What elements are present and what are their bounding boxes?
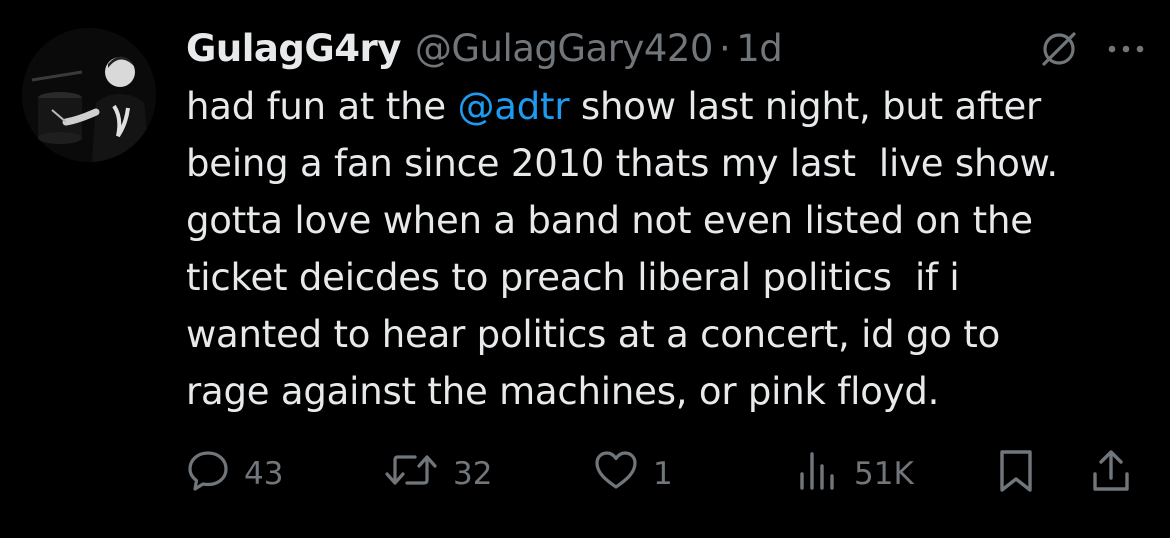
retweet-count: 32: [453, 456, 493, 492]
mention-link[interactable]: @adtr: [457, 85, 569, 128]
tweet-line-text: had fun at the: [186, 85, 458, 128]
header-actions: [1036, 26, 1148, 76]
reply-icon: [186, 448, 230, 500]
retweet-button[interactable]: 32: [383, 448, 492, 500]
separator-dot: ·: [718, 26, 731, 70]
like-icon: [593, 448, 639, 500]
timestamp[interactable]: 1d: [736, 27, 783, 70]
like-count: 1: [653, 456, 673, 492]
bookmark-icon[interactable]: [996, 448, 1036, 498]
avatar[interactable]: [22, 28, 156, 162]
reply-count: 43: [244, 456, 284, 492]
tweet-line-text: show last night, but after: [569, 85, 1042, 128]
tweet-line: rage against the machines, or pink floyd…: [186, 370, 940, 413]
more-icon[interactable]: [1104, 39, 1148, 63]
tweet-line: being a fan since 2010 thats my last liv…: [186, 142, 1058, 185]
views-button[interactable]: 51K: [796, 448, 914, 500]
views-icon: [796, 448, 840, 500]
retweet-icon: [383, 448, 439, 500]
tweet-line: had fun at the @adtr show last night, bu…: [186, 78, 1146, 135]
share-icon[interactable]: [1090, 448, 1132, 498]
like-button[interactable]: 1: [593, 448, 673, 500]
tweet-line: gotta love when a band not even listed o…: [186, 199, 1033, 242]
action-bar: 43 32 1 51K: [0, 440, 1170, 504]
tweet-header: GulagG4ry @GulagGary420 · 1d: [186, 22, 783, 74]
user-handle[interactable]: @GulagGary420: [415, 27, 714, 70]
display-name[interactable]: GulagG4ry: [186, 27, 401, 70]
view-count: 51K: [854, 456, 914, 492]
tweet-text: had fun at the @adtr show last night, bu…: [186, 78, 1146, 420]
tweet-line: wanted to hear politics at a concert, id…: [186, 313, 1001, 356]
tweet-line: ticket deicdes to preach liberal politic…: [186, 256, 960, 299]
reply-button[interactable]: 43: [186, 448, 283, 500]
grok-icon[interactable]: [1036, 26, 1082, 76]
